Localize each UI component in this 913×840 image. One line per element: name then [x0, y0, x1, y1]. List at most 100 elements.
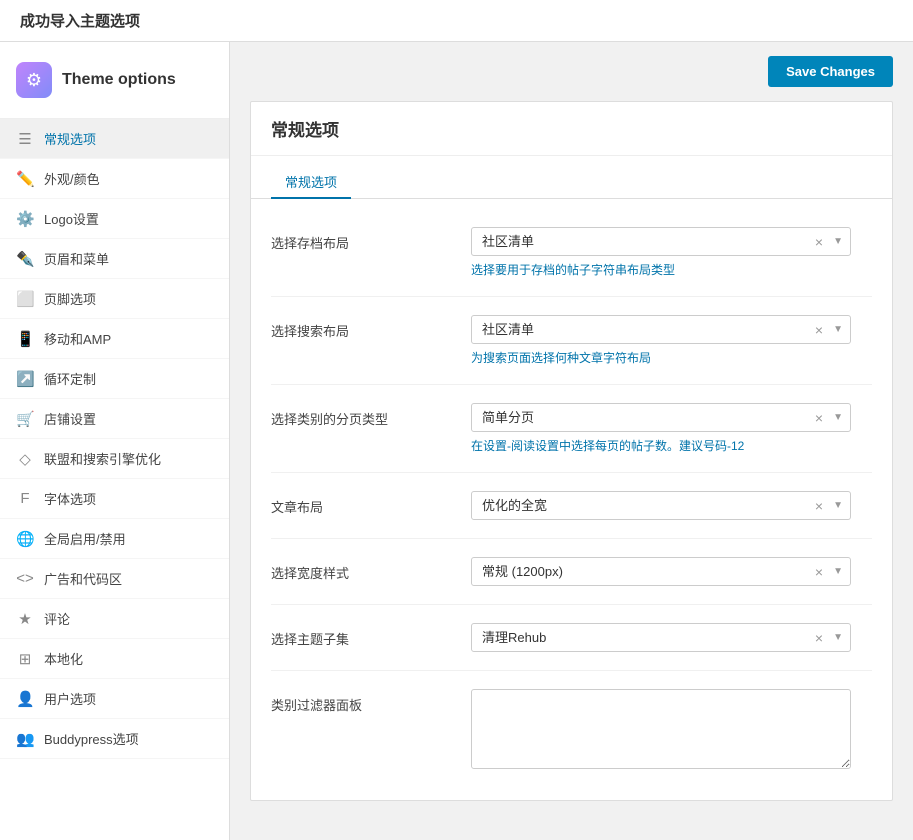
page-wrapper: 成功导入主题选项 ⚙ Theme options ☰常规选项✏️外观/颜色⚙️L…	[0, 0, 913, 840]
settings-panel: 常规选项 常规选项 选择存档布局社区清单×▼选择要用于存档的帖子字符串布局类型选…	[250, 101, 893, 801]
sidebar-item-general[interactable]: ☰ 常规选项	[0, 119, 229, 159]
sidebar-item-seo[interactable]: ◇ 联盟和搜索引擎优化	[0, 439, 229, 479]
sidebar-item-ads[interactable]: <> 广告和代码区	[0, 559, 229, 599]
select-wrapper-theme-skin: 清理Rehub×▼	[471, 623, 851, 652]
select-clear-search-layout[interactable]: ×	[811, 320, 827, 340]
field-label-category-filter: 类别过滤器面板	[271, 689, 451, 714]
sidebar-item-footer[interactable]: ⬜页脚选项	[0, 279, 229, 319]
form-row-post-layout: 文章布局优化的全宽×▼	[271, 473, 872, 539]
sidebar-item-comments[interactable]: ★ 评论	[0, 599, 229, 639]
panel-title: 常规选项	[251, 102, 892, 156]
sidebar-item-loop[interactable]: ↗️ 循环定制	[0, 359, 229, 399]
nav-label-comments: 评论	[44, 609, 70, 628]
select-wrapper-archive-layout: 社区清单×▼	[471, 227, 851, 256]
nav-label-seo: 联盟和搜索引擎优化	[44, 449, 161, 468]
sidebar-item-header-menu[interactable]: ✒️ 页眉和菜单	[0, 239, 229, 279]
sidebar-item-appearance[interactable]: ✏️外观/颜色	[0, 159, 229, 199]
tab-general[interactable]: 常规选项	[271, 166, 351, 199]
select-clear-width-style[interactable]: ×	[811, 562, 827, 582]
sidebar-item-buddypress[interactable]: 👥 Buddypress选项	[0, 719, 229, 759]
field-wrap-archive-layout: 社区清单×▼选择要用于存档的帖子字符串布局类型	[471, 227, 872, 278]
field-wrap-search-layout: 社区清单×▼ 为搜索页面选择何种文章字符布局	[471, 315, 872, 366]
nav-label-users: 用户选项	[44, 689, 96, 708]
nav-icon-mobile-amp: 📱	[16, 330, 34, 348]
sidebar-item-shop[interactable]: 🛒店铺设置	[0, 399, 229, 439]
field-wrap-theme-skin: 清理Rehub×▼	[471, 623, 872, 652]
nav-icon-seo: ◇	[16, 450, 34, 468]
field-label-post-layout: 文章布局	[271, 491, 451, 516]
nav-icon-general: ☰	[16, 130, 34, 148]
select-wrapper-category-pagination: 简单分页×▼	[471, 403, 851, 432]
nav-label-global: 全局启用/禁用	[44, 529, 126, 548]
field-label-archive-layout: 选择存档布局	[271, 227, 451, 252]
field-wrap-post-layout: 优化的全宽×▼	[471, 491, 872, 520]
content-header: Save Changes	[230, 42, 913, 101]
nav-icon-localization: ⊞	[16, 650, 34, 668]
sidebar: ⚙ Theme options ☰ 常规选项 ✏️外观/颜色⚙️Logo设置 ✒️ 页眉…	[0, 42, 230, 840]
field-hint-category-pagination: 在设置-阅读设置中选择每页的帖子数。建议号码-12	[471, 437, 872, 454]
sidebar-item-global[interactable]: 🌐 全局启用/禁用	[0, 519, 229, 559]
nav-icon-logo: ⚙️	[16, 210, 34, 228]
field-label-theme-skin: 选择主题子集	[271, 623, 451, 648]
form-row-theme-skin: 选择主题子集清理Rehub×▼	[271, 605, 872, 671]
tab-bar: 常规选项	[251, 156, 892, 199]
select-arrow-post-layout[interactable]: ▼	[829, 498, 847, 513]
main-layout: ⚙ Theme options ☰ 常规选项 ✏️外观/颜色⚙️Logo设置 ✒️ 页眉…	[0, 42, 913, 840]
nav-label-mobile-amp: 移动和AMP	[44, 329, 111, 348]
nav-icon-global: 🌐	[16, 530, 34, 548]
select-width-style[interactable]: 常规 (1200px)	[471, 557, 851, 586]
nav-label-buddypress: Buddypress选项	[44, 729, 139, 748]
nav-label-general: 常规选项	[44, 129, 96, 148]
nav-icon-footer: ⬜	[16, 290, 34, 308]
content-area: Save Changes 常规选项 常规选项 选择存档布局社区清单×▼选择要用于…	[230, 42, 913, 840]
select-clear-post-layout[interactable]: ×	[811, 496, 827, 516]
select-clear-category-pagination[interactable]: ×	[811, 408, 827, 428]
nav-label-loop: 循环定制	[44, 369, 96, 388]
select-arrow-theme-skin[interactable]: ▼	[829, 630, 847, 645]
form-section: 选择存档布局社区清单×▼选择要用于存档的帖子字符串布局类型选择搜索布局社区清单×…	[251, 199, 892, 800]
field-wrap-category-pagination: 简单分页×▼ 在设置-阅读设置中选择每页的帖子数。建议号码-12	[471, 403, 872, 454]
select-arrow-category-pagination[interactable]: ▼	[829, 410, 847, 425]
sidebar-item-typography[interactable]: F 字体选项	[0, 479, 229, 519]
select-search-layout[interactable]: 社区清单	[471, 315, 851, 344]
select-arrow-width-style[interactable]: ▼	[829, 564, 847, 579]
select-arrow-archive-layout[interactable]: ▼	[829, 234, 847, 249]
form-row-search-layout: 选择搜索布局社区清单×▼ 为搜索页面选择何种文章字符布局	[271, 297, 872, 385]
select-category-pagination[interactable]: 简单分页	[471, 403, 851, 432]
save-changes-button[interactable]: Save Changes	[768, 56, 893, 87]
select-theme-skin[interactable]: 清理Rehub	[471, 623, 851, 652]
select-post-layout[interactable]: 优化的全宽	[471, 491, 851, 520]
nav-label-ads: 广告和代码区	[44, 569, 122, 588]
sidebar-item-logo[interactable]: ⚙️Logo设置	[0, 199, 229, 239]
select-archive-layout[interactable]: 社区清单	[471, 227, 851, 256]
select-clear-archive-layout[interactable]: ×	[811, 232, 827, 252]
nav-icon-users: 👤	[16, 690, 34, 708]
nav-icon-ads: <>	[16, 570, 34, 587]
select-arrow-search-layout[interactable]: ▼	[829, 322, 847, 337]
nav-icon-shop: 🛒	[16, 410, 34, 428]
nav-label-localization: 本地化	[44, 649, 83, 668]
nav-label-header-menu: 页眉和菜单	[44, 249, 109, 268]
nav-label-typography: 字体选项	[44, 489, 96, 508]
field-label-search-layout: 选择搜索布局	[271, 315, 451, 340]
sidebar-title: Theme options	[62, 71, 176, 89]
theme-options-icon: ⚙	[16, 62, 52, 98]
select-clear-theme-skin[interactable]: ×	[811, 628, 827, 648]
select-wrapper-width-style: 常规 (1200px)×▼	[471, 557, 851, 586]
nav-icon-appearance: ✏️	[16, 170, 34, 188]
hint-link-category-pagination[interactable]: 12	[731, 439, 744, 453]
nav-icon-header-menu: ✒️	[16, 250, 34, 268]
form-row-category-filter: 类别过滤器面板	[271, 671, 872, 790]
nav-icon-loop: ↗️	[16, 370, 34, 388]
nav-icon-typography: F	[16, 490, 34, 507]
field-hint-search-layout: 为搜索页面选择何种文章字符布局	[471, 349, 872, 366]
sidebar-item-mobile-amp[interactable]: 📱 移动和AMP	[0, 319, 229, 359]
textarea-category-filter[interactable]	[471, 689, 851, 769]
nav-icon-comments: ★	[16, 610, 34, 628]
sidebar-item-localization[interactable]: ⊞ 本地化	[0, 639, 229, 679]
nav-icon-buddypress: 👥	[16, 730, 34, 748]
sidebar-nav: ☰ 常规选项 ✏️外观/颜色⚙️Logo设置 ✒️ 页眉和菜单 ⬜页脚选项 📱 移动和AMP ↗…	[0, 119, 229, 759]
form-row-category-pagination: 选择类别的分页类型简单分页×▼在设置-阅读设置中选择每页的帖子数。建议号码-12	[271, 385, 872, 473]
sidebar-item-users[interactable]: 👤 用户选项	[0, 679, 229, 719]
field-wrap-width-style: 常规 (1200px)×▼	[471, 557, 872, 586]
